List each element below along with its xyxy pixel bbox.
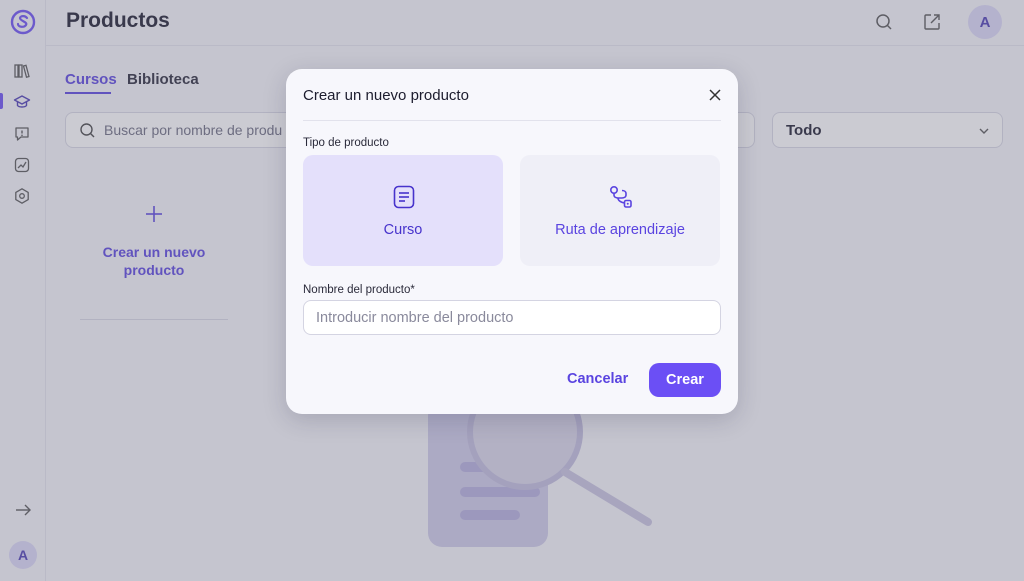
type-option-ruta[interactable]: Ruta de aprendizaje	[520, 155, 720, 266]
type-option-curso[interactable]: Curso	[303, 155, 503, 266]
product-name-placeholder: Introducir nombre del producto	[316, 310, 514, 326]
product-name-field[interactable]: Introducir nombre del producto	[303, 300, 721, 335]
dialog-title: Crear un nuevo producto	[303, 87, 469, 104]
cancel-button[interactable]: Cancelar	[567, 371, 628, 387]
create-product-dialog: Crear un nuevo producto Tipo de producto…	[286, 69, 738, 414]
create-button[interactable]: Crear	[649, 363, 721, 397]
document-icon	[393, 185, 415, 209]
dialog-divider	[303, 120, 721, 121]
close-icon[interactable]	[708, 88, 722, 102]
product-name-label: Nombre del producto*	[303, 284, 415, 296]
product-type-label: Tipo de producto	[303, 137, 389, 149]
type-option-label: Ruta de aprendizaje	[555, 222, 685, 238]
type-option-label: Curso	[383, 222, 423, 238]
route-icon	[609, 185, 632, 208]
